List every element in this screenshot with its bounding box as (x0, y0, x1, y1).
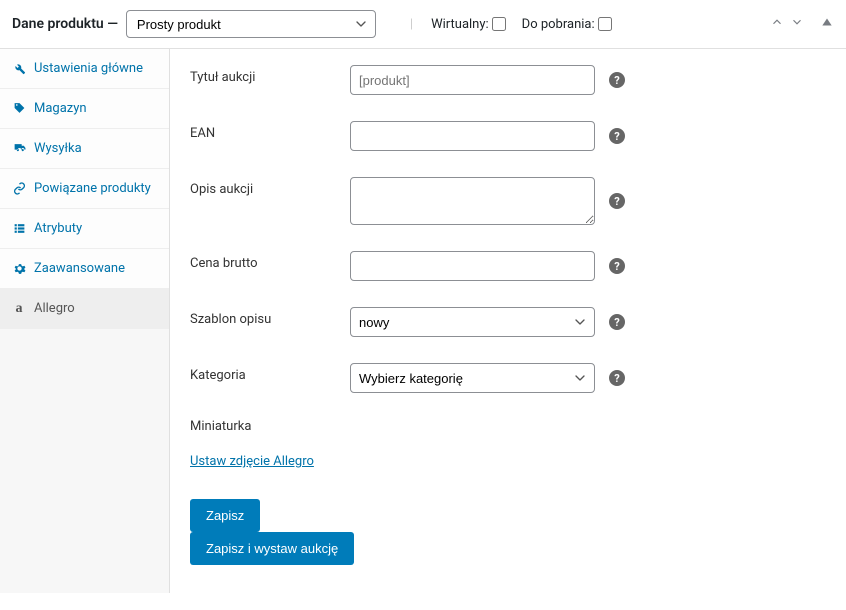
link-icon (12, 182, 26, 196)
template-select[interactable]: nowy (350, 307, 595, 337)
row-desc: Opis aukcji ? (190, 177, 826, 225)
move-up-icon[interactable] (770, 15, 784, 33)
downloadable-check-group: Do pobrania: (522, 17, 612, 32)
sidebar-item-label: Magazyn (34, 101, 87, 116)
sidebar: Ustawienia główne Magazyn Wysyłka Powiąz… (0, 49, 170, 593)
allegro-icon: a (12, 302, 26, 316)
content: Tytuł aukcji ? EAN ? Opis aukcji ? Cena … (170, 49, 846, 593)
downloadable-label: Do pobrania: (522, 17, 595, 32)
gear-icon (12, 262, 26, 276)
sidebar-item-label: Allegro (34, 301, 75, 316)
truck-icon (12, 142, 26, 156)
wrench-icon (12, 62, 26, 76)
sidebar-item-label: Zaawansowane (34, 261, 125, 276)
category-select[interactable]: Wybierz kategorię (350, 363, 595, 393)
tag-icon (12, 102, 26, 116)
move-down-icon[interactable] (790, 15, 804, 33)
sidebar-item-label: Wysyłka (34, 141, 82, 156)
template-label: Szablon opisu (190, 307, 350, 327)
set-image-link[interactable]: Ustaw zdjęcie Allegro (190, 454, 314, 469)
sidebar-item-general[interactable]: Ustawienia główne (0, 49, 169, 89)
category-label: Kategoria (190, 363, 350, 383)
ean-label: EAN (190, 121, 350, 141)
price-input[interactable] (350, 251, 595, 281)
downloadable-checkbox[interactable] (598, 17, 612, 31)
sidebar-item-linked[interactable]: Powiązane produkty (0, 169, 169, 209)
price-label: Cena brutto (190, 251, 350, 271)
virtual-checkbox[interactable] (492, 17, 506, 31)
row-template: Szablon opisu nowy ? (190, 307, 826, 337)
panel-body: Ustawienia główne Magazyn Wysyłka Powiąz… (0, 49, 846, 593)
toggle-panel-icon[interactable] (820, 15, 834, 33)
help-icon[interactable]: ? (609, 193, 625, 209)
panel-header: Dane produktu — Prosty produkt | Wirtual… (0, 0, 846, 49)
save-publish-button[interactable]: Zapisz i wystaw aukcję (190, 532, 354, 565)
virtual-label: Wirtualny: (431, 17, 489, 32)
desc-textarea[interactable] (350, 177, 595, 225)
list-icon (12, 222, 26, 236)
virtual-check-group: Wirtualny: (431, 17, 506, 32)
thumbnail-label: Miniaturka (190, 419, 826, 434)
sidebar-item-label: Powiązane produkty (34, 181, 151, 196)
product-type-select[interactable]: Prosty produkt (126, 10, 376, 38)
separator: | (410, 17, 413, 32)
row-title: Tytuł aukcji ? (190, 65, 826, 95)
title-input[interactable] (350, 65, 595, 95)
row-ean: EAN ? (190, 121, 826, 151)
sidebar-item-label: Ustawienia główne (34, 61, 143, 76)
help-icon[interactable]: ? (609, 72, 625, 88)
save-button[interactable]: Zapisz (190, 499, 260, 532)
ean-input[interactable] (350, 121, 595, 151)
panel-controls (770, 15, 834, 33)
help-icon[interactable]: ? (609, 314, 625, 330)
desc-label: Opis aukcji (190, 177, 350, 197)
sidebar-item-label: Atrybuty (34, 221, 82, 236)
row-category: Kategoria Wybierz kategorię ? (190, 363, 826, 393)
sidebar-item-inventory[interactable]: Magazyn (0, 89, 169, 129)
sidebar-item-attributes[interactable]: Atrybuty (0, 209, 169, 249)
help-icon[interactable]: ? (609, 370, 625, 386)
sidebar-item-advanced[interactable]: Zaawansowane (0, 249, 169, 289)
title-label: Tytuł aukcji (190, 65, 350, 85)
panel-title: Dane produktu — (12, 16, 118, 32)
sidebar-item-shipping[interactable]: Wysyłka (0, 129, 169, 169)
help-icon[interactable]: ? (609, 258, 625, 274)
sidebar-item-allegro[interactable]: a Allegro (0, 289, 169, 329)
help-icon[interactable]: ? (609, 128, 625, 144)
row-price: Cena brutto ? (190, 251, 826, 281)
header-checks: | Wirtualny: Do pobrania: (410, 17, 612, 32)
